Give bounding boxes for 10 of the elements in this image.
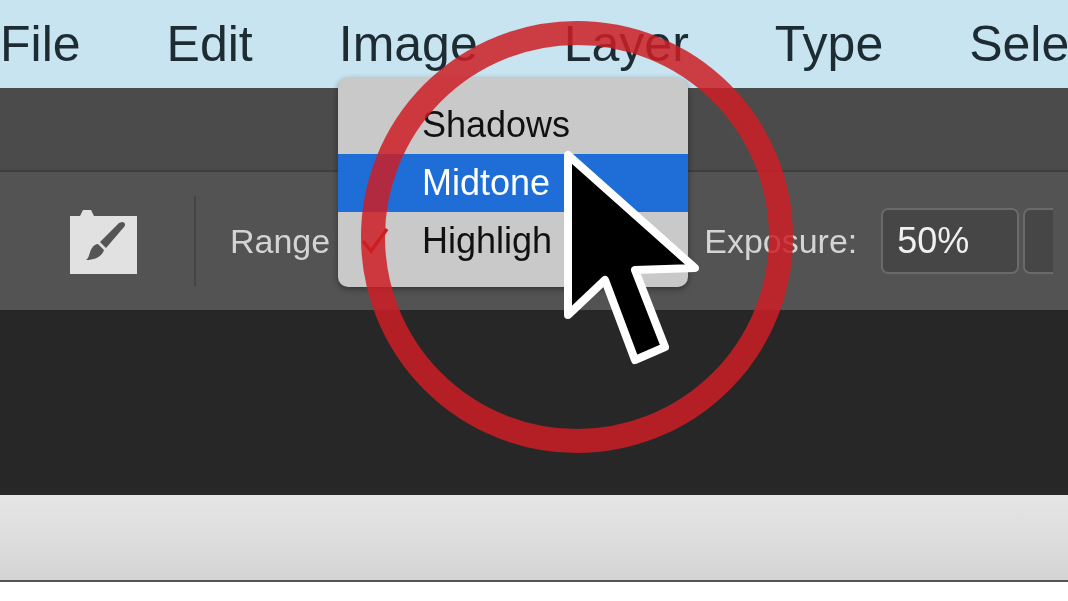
menu-option[interactable]: Shadows — [338, 96, 688, 154]
menu-option[interactable]: Highligh — [338, 212, 688, 270]
menu-item[interactable]: Sele — [969, 19, 1068, 69]
range-label: Range — [230, 221, 331, 261]
brush-tool-icon[interactable] — [70, 208, 137, 274]
exposure-field[interactable]: 50% — [881, 208, 1020, 274]
menu-item[interactable]: Edit — [166, 19, 253, 69]
menu-item[interactable]: Image — [338, 19, 478, 69]
menu-item[interactable]: Type — [774, 19, 884, 69]
menu-item[interactable]: File — [0, 19, 81, 69]
